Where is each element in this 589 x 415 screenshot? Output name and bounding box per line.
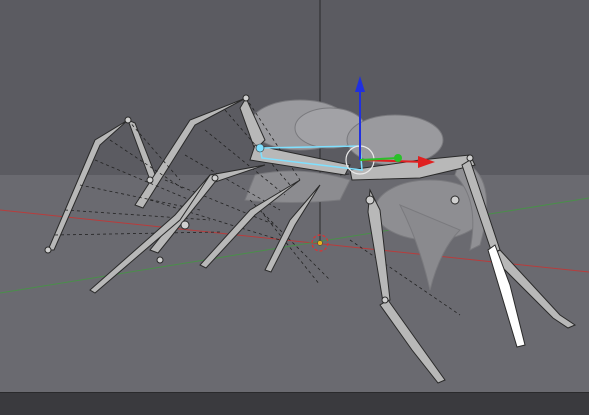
3d-viewport[interactable]	[0, 0, 589, 415]
bottom-header-bar[interactable]	[0, 392, 589, 415]
viewport-canvas[interactable]	[0, 0, 589, 415]
